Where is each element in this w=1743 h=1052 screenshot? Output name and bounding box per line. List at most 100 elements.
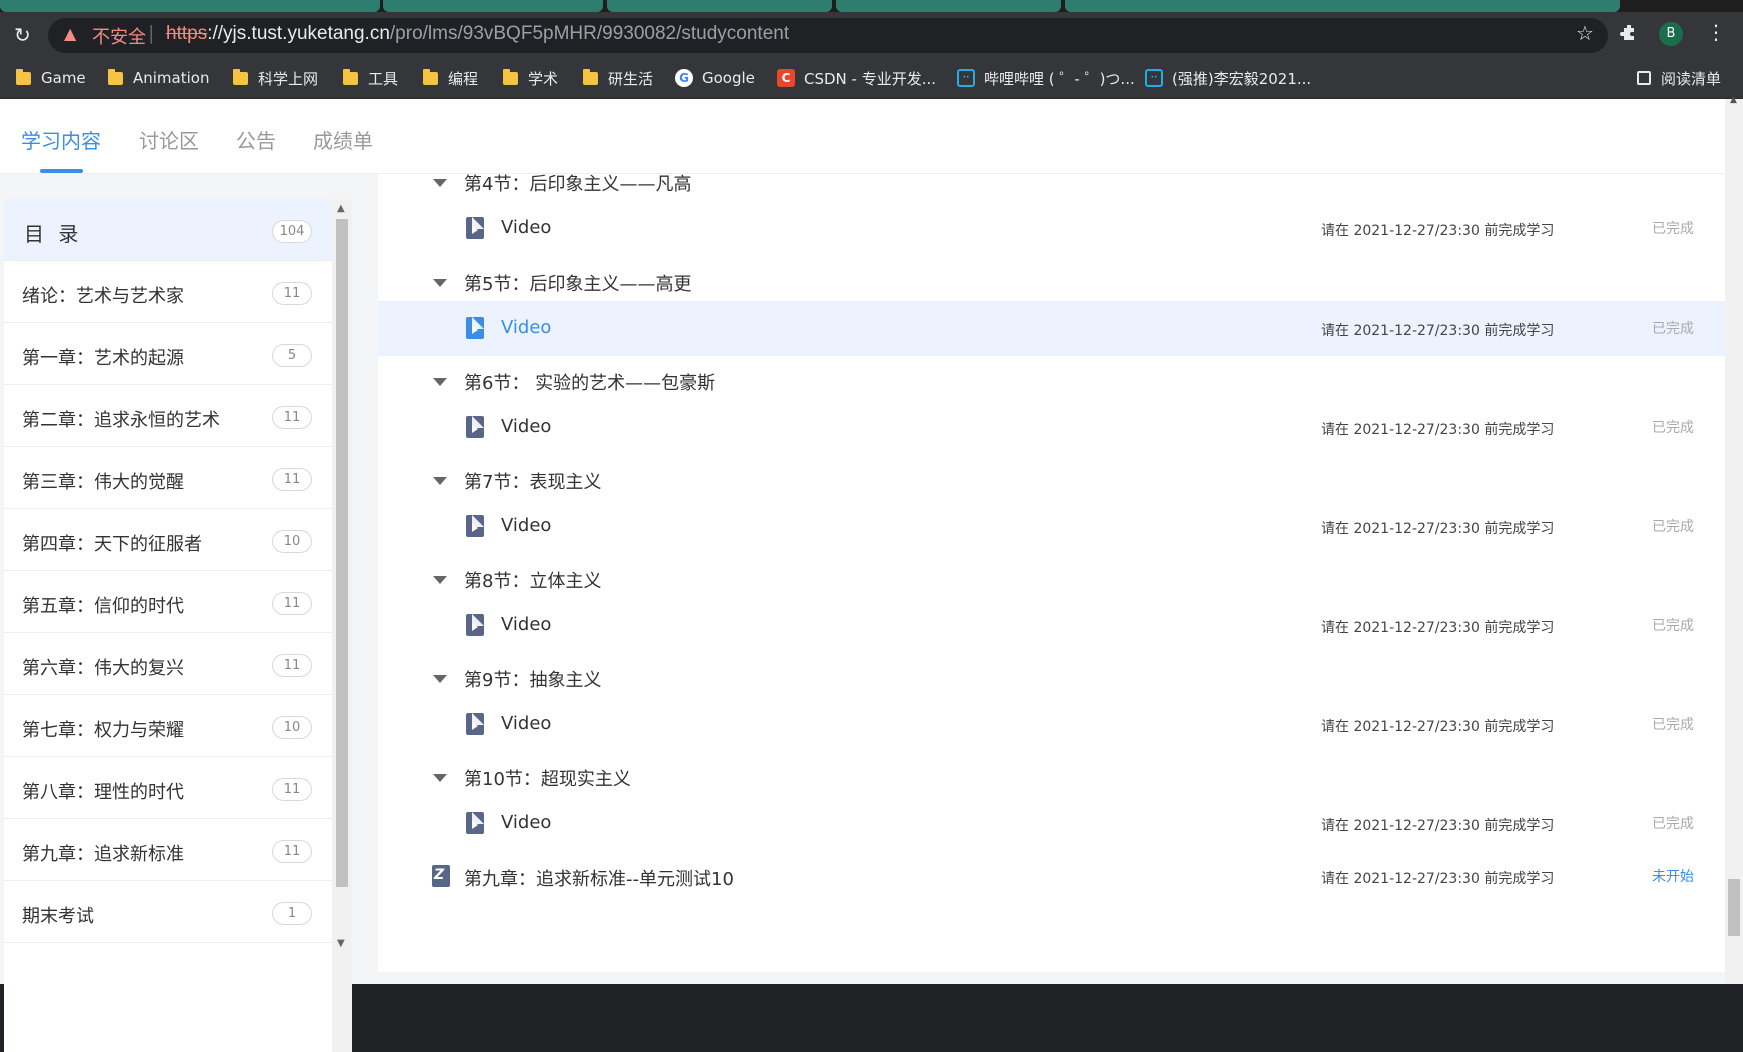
video-row[interactable]: Video 请在 2021-12-27/23:30 前完成学习 已完成 — [378, 697, 1725, 752]
study-content-list: 第4节：后印象主义——凡高 Video 请在 2021-12-27/23:30 … — [378, 174, 1725, 972]
count-badge: 10 — [272, 716, 312, 739]
video-row[interactable]: Video 请在 2021-12-27/23:30 前完成学习 已完成 — [378, 796, 1725, 851]
count-badge: 11 — [272, 468, 312, 491]
scroll-up-icon[interactable]: ▲ — [1730, 95, 1737, 105]
page-scroll-thumb[interactable] — [1728, 879, 1740, 936]
bookmark-tools[interactable]: 工具 — [343, 66, 398, 90]
extensions-icon[interactable] — [1620, 24, 1636, 40]
chevron-down-icon[interactable] — [433, 477, 447, 485]
quiz-row[interactable]: Z 第九章：追求新标准--单元测试10 请在 2021-12-27/23:30 … — [378, 851, 1725, 906]
google-icon: G — [675, 69, 693, 87]
catalog-header[interactable]: 目 录 104 — [4, 199, 332, 261]
browser-tab[interactable] — [607, 0, 832, 12]
bookmark-academic[interactable]: 学术 — [503, 66, 558, 90]
tab-grades[interactable]: 成绩单 — [313, 125, 373, 154]
browser-tab[interactable] — [1065, 0, 1620, 12]
deadline-text: 请在 2021-12-27/23:30 前完成学习 — [1321, 422, 1555, 438]
sidebar-scroll-thumb[interactable] — [336, 219, 348, 887]
chapter-item[interactable]: 第八章：理性的时代 11 — [4, 757, 332, 819]
chevron-down-icon[interactable] — [433, 675, 447, 683]
section-title: 第9节：抽象主义 — [464, 670, 602, 691]
video-row[interactable]: Video 请在 2021-12-27/23:30 前完成学习 已完成 — [378, 499, 1725, 554]
folder-icon — [423, 68, 438, 85]
video-row-highlighted[interactable]: Video 请在 2021-12-27/23:30 前完成学习 已完成 — [378, 301, 1725, 356]
tab-announcements[interactable]: 公告 — [236, 125, 276, 154]
count-badge: 10 — [272, 530, 312, 553]
chapter-item[interactable]: 绪论：艺术与艺术家 11 — [4, 261, 332, 323]
chapter-item[interactable]: 第五章：信仰的时代 11 — [4, 571, 332, 633]
chapter-item[interactable]: 第一章：艺术的起源 5 — [4, 323, 332, 385]
sidebar-scrollbar[interactable]: ▲ ▼ — [332, 199, 352, 1052]
scroll-up-icon[interactable]: ▲ — [337, 203, 345, 214]
star-icon[interactable]: ☆ — [1576, 23, 1594, 43]
scroll-down-icon[interactable]: ▼ — [337, 938, 345, 949]
chapter-item[interactable]: 第三章：伟大的觉醒 11 — [4, 447, 332, 509]
bookmark-label: Animation — [133, 69, 210, 87]
browser-tab[interactable] — [836, 0, 1061, 12]
video-label: Video — [501, 317, 552, 338]
chapter-label: 第六章：伟大的复兴 — [22, 658, 184, 679]
browser-tab-strip — [0, 0, 1743, 12]
bookmark-animation[interactable]: Animation — [108, 66, 209, 90]
bookmark-label: 科学上网 — [258, 69, 319, 88]
chapter-label: 期末考试 — [22, 906, 94, 927]
chevron-down-icon[interactable] — [433, 774, 447, 782]
chevron-down-icon[interactable] — [433, 378, 447, 386]
profile-avatar[interactable]: B — [1659, 22, 1683, 46]
chapter-item[interactable]: 第二章：追求永恒的艺术 11 — [4, 385, 332, 447]
url-text[interactable]: https://yjs.tust.yuketang.cn/pro/lms/93v… — [166, 23, 789, 45]
security-label[interactable]: 不安全 — [92, 23, 146, 49]
count-badge: 11 — [272, 778, 312, 801]
browser-tab[interactable] — [383, 0, 603, 12]
chapter-item[interactable]: 期末考试 1 — [4, 881, 332, 943]
chapter-label: 第七章：权力与荣耀 — [22, 720, 184, 741]
chapter-item[interactable]: 第七章：权力与荣耀 10 — [4, 695, 332, 757]
bookmark-label: 研生活 — [608, 69, 654, 88]
status-label: 已完成 — [1652, 519, 1694, 535]
bookmark-bilibili[interactable]: ·· 哔哩哔哩 ( ゜- ゜)つ... — [957, 66, 1135, 90]
bookmark-csdn[interactable]: C CSDN - 专业开发... — [777, 66, 936, 90]
chapter-label: 第三章：伟大的觉醒 — [22, 472, 184, 493]
bookmark-lihongyi[interactable]: ·· (强推)李宏毅2021... — [1145, 66, 1311, 90]
bookmark-kexue[interactable]: 科学上网 — [233, 66, 318, 90]
bookmark-grad-life[interactable]: 研生活 — [583, 66, 653, 90]
tab-discussion[interactable]: 讨论区 — [139, 125, 199, 154]
count-badge: 5 — [272, 344, 312, 367]
chevron-down-icon[interactable] — [433, 576, 447, 584]
bookmark-label: 学术 — [528, 69, 559, 88]
bookmark-google[interactable]: G Google — [675, 66, 755, 90]
chapter-item[interactable]: 第四章：天下的征服者 10 — [4, 509, 332, 571]
section-title: 第6节： 实验的艺术——包豪斯 — [464, 373, 716, 394]
bookmark-label: 工具 — [368, 69, 399, 88]
video-row[interactable]: Video 请在 2021-12-27/23:30 前完成学习 已完成 — [378, 201, 1725, 256]
video-icon — [466, 515, 484, 537]
status-label: 已完成 — [1652, 816, 1694, 832]
section-title: 第4节：后印象主义——凡高 — [464, 174, 692, 195]
bilibili-icon: ·· — [957, 69, 975, 87]
bookmark-programming[interactable]: 编程 — [423, 66, 478, 90]
quiz-title: 第九章：追求新标准--单元测试10 — [464, 869, 734, 890]
video-row[interactable]: Video 请在 2021-12-27/23:30 前完成学习 已完成 — [378, 598, 1725, 653]
reading-list-label: 阅读清单 — [1661, 69, 1722, 88]
chapter-item[interactable]: 第九章：追求新标准 11 — [4, 819, 332, 881]
tab-study-content[interactable]: 学习内容 — [21, 125, 101, 154]
browser-tab[interactable] — [0, 0, 380, 12]
section-title: 第10节：超现实主义 — [464, 769, 631, 790]
reload-icon[interactable]: ↻ — [14, 25, 31, 45]
video-row[interactable]: Video 请在 2021-12-27/23:30 前完成学习 已完成 — [378, 400, 1725, 455]
chevron-down-icon[interactable] — [433, 179, 447, 187]
page: 学习内容 讨论区 公告 成绩单 目 录 104 绪论：艺术与艺术家 11 第一章：… — [0, 95, 1743, 1052]
chevron-down-icon[interactable] — [433, 279, 447, 287]
page-scrollbar[interactable]: ▲ — [1725, 95, 1743, 984]
bookmark-game[interactable]: Game — [16, 66, 86, 90]
active-tab-indicator — [40, 169, 83, 173]
video-icon — [466, 614, 484, 636]
reading-list-button[interactable]: 阅读清单 — [1637, 66, 1721, 90]
menu-kebab-icon[interactable]: ⋮ — [1706, 22, 1726, 42]
url-path: /pro/lms/93vBQF5pMHR/9930082/studyconten… — [389, 23, 790, 44]
chapter-label: 第五章：信仰的时代 — [22, 596, 184, 617]
chapter-item[interactable]: 第六章：伟大的复兴 11 — [4, 633, 332, 695]
chapter-label: 第四章：天下的征服者 — [22, 534, 202, 555]
bookmark-label: Google — [702, 69, 755, 87]
warning-icon[interactable]: ▲ — [64, 26, 76, 42]
